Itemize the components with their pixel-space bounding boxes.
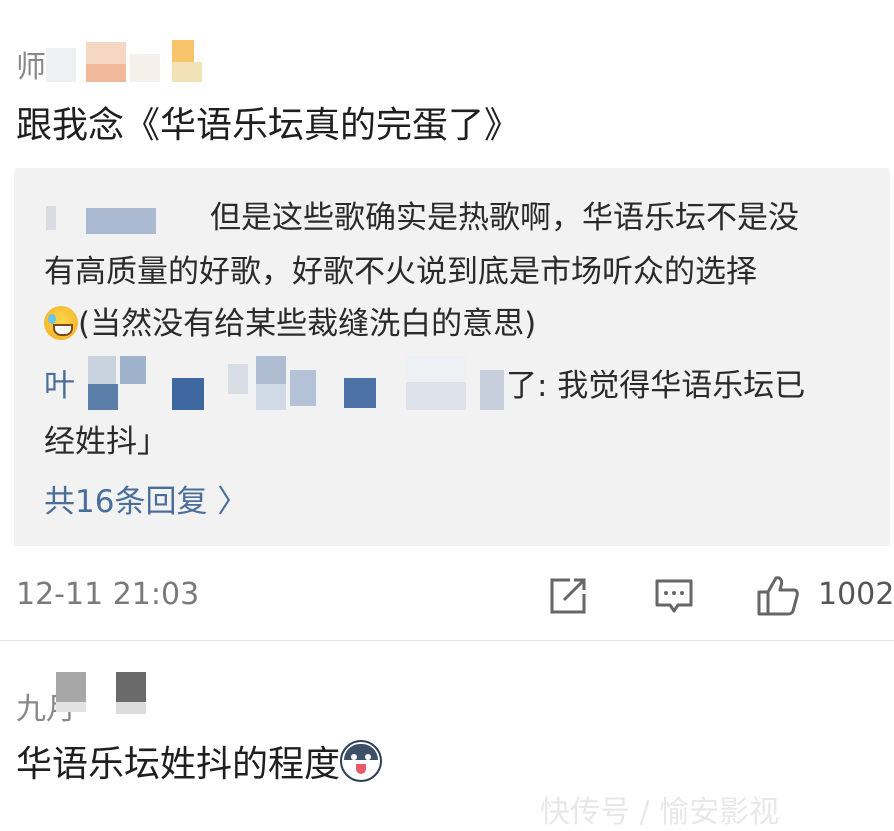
comment1-username-text: 师 [16,50,46,85]
more-replies-link[interactable]: 共16条回复 〉 [44,476,248,521]
reply1-username-mosaic [46,202,156,236]
comment1-username[interactable]: 师 [16,42,46,86]
username-mosaic [46,40,216,84]
reply2-user-prefix[interactable]: 叶 [44,366,75,406]
reply2-line2: 经姓抖」 [44,424,168,460]
comment1-timestamp: 12-11 21:03 [16,577,200,612]
reply-preview-box[interactable]: 但是这些歌确实是热歌啊，华语乐坛不是没 有高质量的好歌，好歌不火说到底是市场听众… [14,168,890,546]
reply2-text: 了: 我觉得华语乐坛已 [506,368,806,404]
comment2-text: 华语乐坛姓抖的程度 [16,740,383,787]
watermark: 快传号 / 愉安影视 [540,795,780,830]
share-icon[interactable] [548,576,588,620]
comment-icon[interactable] [654,576,694,620]
grin-sweat-emoji [44,306,78,340]
husky-emoji [340,740,383,782]
comment1-text: 跟我念《华语乐坛真的完蛋了》 [16,105,521,146]
like-icon[interactable] [756,574,800,620]
comment2-username-mosaic [56,670,196,714]
like-count: 1002 [818,577,894,612]
reply1-line3: (当然没有给某些裁缝洗白的意思) [44,304,536,344]
reply1-line3-text: (当然没有给某些裁缝洗白的意思) [78,306,537,342]
reply1-line2: 有高质量的好歌，好歌不火说到底是市场听众的选择 [44,254,757,290]
comment-divider [0,640,894,641]
reply1-line1: 但是这些歌确实是热歌啊，华语乐坛不是没 [210,200,799,236]
reply2-username-mosaic [84,356,504,412]
comment2-text-content: 华语乐坛姓抖的程度 [16,744,341,785]
